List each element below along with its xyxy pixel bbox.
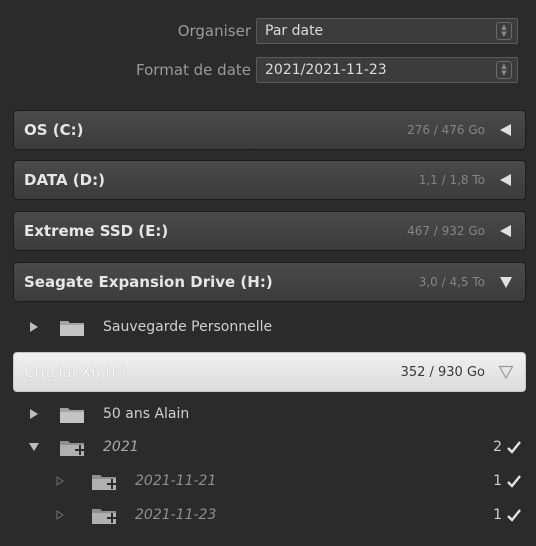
folder-icon bbox=[60, 321, 84, 336]
volume-name: Crucial X6 (I:) bbox=[24, 363, 127, 381]
folder-name: 50 ans Alain bbox=[103, 406, 190, 422]
date-format-label: Format de date bbox=[136, 61, 251, 79]
folder-name: 2021 bbox=[103, 439, 139, 455]
checkmark-icon[interactable] bbox=[506, 473, 522, 489]
folder-row[interactable]: 2021-11-21 1 bbox=[13, 466, 526, 496]
checkmark-icon[interactable] bbox=[506, 507, 522, 523]
organize-select[interactable]: Par date ▲ ▼ bbox=[256, 18, 518, 44]
folders-panel: Organiser Par date ▲ ▼ Format de date 202… bbox=[0, 0, 536, 546]
volume-space: 467 / 932 Go bbox=[407, 224, 485, 238]
folder-add-icon bbox=[60, 441, 85, 456]
collapse-triangle-left-icon[interactable] bbox=[497, 222, 515, 240]
organize-value: Par date bbox=[265, 23, 324, 39]
collapse-triangle-left-icon[interactable] bbox=[497, 171, 515, 189]
disclosure-right-icon[interactable] bbox=[27, 320, 41, 334]
photo-count: 1 bbox=[493, 507, 502, 523]
expand-triangle-down-icon[interactable] bbox=[497, 273, 515, 291]
select-arrows-icon: ▲ ▼ bbox=[496, 22, 512, 40]
volume-header-data[interactable]: DATA (D:) 1,1 / 1,8 To bbox=[13, 160, 526, 200]
folder-name: 2021-11-23 bbox=[135, 507, 217, 523]
collapse-triangle-left-icon[interactable] bbox=[497, 121, 515, 139]
select-arrows-icon: ▲ ▼ bbox=[496, 61, 512, 79]
folder-icon bbox=[60, 408, 84, 423]
folder-row[interactable]: 50 ans Alain bbox=[13, 399, 526, 429]
volume-name: Seagate Expansion Drive (H:) bbox=[24, 273, 273, 291]
photo-count: 1 bbox=[493, 473, 502, 489]
disclosure-right-icon[interactable] bbox=[27, 407, 41, 421]
folder-add-icon bbox=[92, 475, 117, 490]
volume-space: 1,1 / 1,8 To bbox=[418, 173, 485, 187]
date-format-setting: Format de date 2021/2021-11-23 ▲ ▼ bbox=[0, 55, 536, 85]
volume-header-os[interactable]: OS (C:) 276 / 476 Go bbox=[13, 110, 526, 150]
volume-space: 352 / 930 Go bbox=[400, 364, 485, 380]
organize-setting: Organiser Par date ▲ ▼ bbox=[0, 16, 536, 46]
folder-add-icon bbox=[92, 509, 117, 524]
checkmark-icon[interactable] bbox=[506, 439, 522, 455]
disclosure-right-icon[interactable] bbox=[53, 508, 67, 522]
date-format-value: 2021/2021-11-23 bbox=[265, 62, 387, 78]
photo-count: 2 bbox=[493, 439, 502, 455]
expand-triangle-down-icon[interactable] bbox=[497, 363, 515, 381]
volume-header-seagate[interactable]: Seagate Expansion Drive (H:) 3,0 / 4,5 T… bbox=[13, 262, 526, 302]
disclosure-down-icon[interactable] bbox=[27, 440, 41, 454]
disclosure-right-icon[interactable] bbox=[53, 474, 67, 488]
volume-name: DATA (D:) bbox=[24, 171, 105, 189]
folder-name: Sauvegarde Personnelle bbox=[103, 319, 273, 335]
folder-row[interactable]: 2021 2 bbox=[13, 432, 526, 462]
date-format-select[interactable]: 2021/2021-11-23 ▲ ▼ bbox=[256, 57, 518, 83]
folder-row[interactable]: 2021-11-23 1 bbox=[13, 500, 526, 530]
volume-header-crucial[interactable]: Crucial X6 (I:) 352 / 930 Go bbox=[13, 352, 526, 392]
volume-space: 276 / 476 Go bbox=[407, 123, 485, 137]
volume-space: 3,0 / 4,5 To bbox=[418, 275, 485, 289]
folder-row[interactable]: Sauvegarde Personnelle bbox=[13, 312, 526, 342]
organize-label: Organiser bbox=[177, 22, 251, 40]
volume-name: Extreme SSD (E:) bbox=[24, 222, 169, 240]
volume-name: OS (C:) bbox=[24, 121, 84, 139]
folder-name: 2021-11-21 bbox=[135, 473, 217, 489]
volume-header-extreme-ssd[interactable]: Extreme SSD (E:) 467 / 932 Go bbox=[13, 211, 526, 251]
